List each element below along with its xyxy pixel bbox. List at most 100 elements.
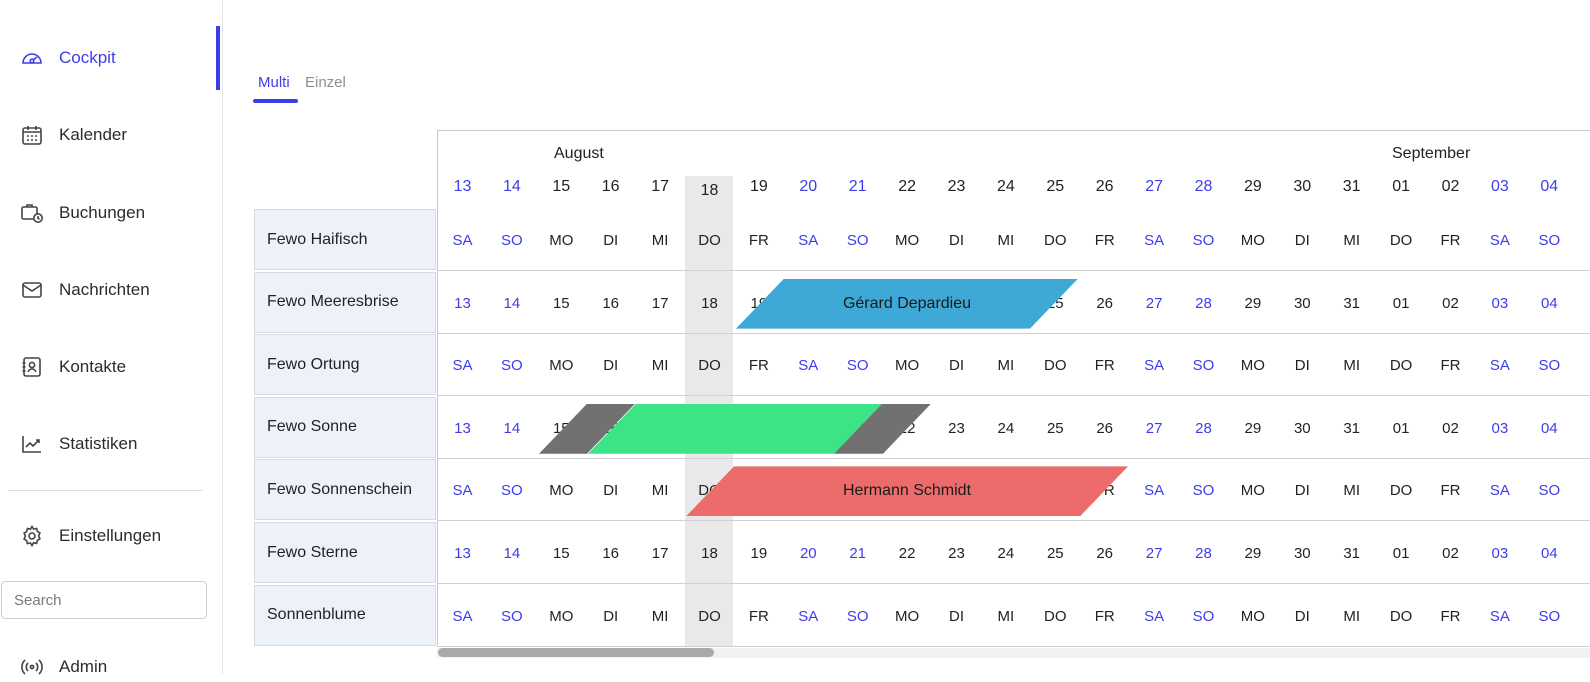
sidebar-item-statistiken[interactable]: Statistiken	[20, 429, 137, 459]
calendar-cell[interactable]: SA	[1130, 357, 1179, 374]
calendar-cell[interactable]: 27	[1130, 295, 1179, 312]
calendar-cell[interactable]: 15	[537, 295, 586, 312]
calendar-cell[interactable]: 27	[1130, 545, 1179, 562]
calendar-cell[interactable]: 29	[1228, 420, 1277, 437]
calendar-cell[interactable]: SO	[1179, 232, 1228, 249]
calendar-cell[interactable]: 15	[537, 545, 586, 562]
calendar-cell[interactable]: MO	[1228, 608, 1277, 625]
calendar-cell[interactable]: 01	[1377, 295, 1426, 312]
calendar-cell[interactable]: DO	[1377, 232, 1426, 249]
calendar-cell[interactable]: 28	[1179, 420, 1228, 437]
calendar-cell[interactable]: 03	[1475, 420, 1524, 437]
calendar-cell[interactable]: 03	[1475, 545, 1524, 562]
property-label[interactable]: Fewo Ortung	[254, 334, 436, 396]
tab-einzel[interactable]: Einzel	[305, 74, 346, 91]
calendar-cell[interactable]: MI	[981, 357, 1030, 374]
calendar-cell[interactable]: DO	[685, 608, 734, 625]
sidebar-item-cockpit[interactable]: Cockpit	[20, 43, 116, 73]
calendar-cell[interactable]: MO	[537, 482, 586, 499]
calendar-cell[interactable]: DO	[1377, 608, 1426, 625]
calendar-cell[interactable]: SA	[1475, 357, 1524, 374]
calendar-cell[interactable]: 20	[784, 545, 833, 562]
calendar-cell[interactable]: DI	[932, 357, 981, 374]
booking-bar[interactable]: Hermann Schmidt	[686, 466, 1128, 517]
calendar-cell[interactable]: 04	[1525, 545, 1574, 562]
calendar-cell[interactable]: DO	[685, 232, 734, 249]
calendar-cell[interactable]: 25	[1031, 545, 1080, 562]
calendar-cell[interactable]: FR	[1426, 608, 1475, 625]
calendar-cell[interactable]: SO	[1525, 232, 1574, 249]
calendar-cell[interactable]: DI	[586, 357, 635, 374]
calendar-cell[interactable]: DI	[586, 482, 635, 499]
property-label[interactable]: Fewo Haifisch	[254, 209, 436, 270]
calendar-cell[interactable]: 29	[1228, 545, 1277, 562]
calendar-cell[interactable]: 24	[981, 420, 1030, 437]
calendar-cell[interactable]: SA	[784, 608, 833, 625]
calendar-cell[interactable]: SO	[1525, 608, 1574, 625]
calendar-cell[interactable]: FR	[1080, 357, 1129, 374]
calendar-cell[interactable]: FR	[734, 232, 783, 249]
calendar-cell[interactable]: MO	[1228, 232, 1277, 249]
calendar-cell[interactable]: 02	[1426, 295, 1475, 312]
calendar-cell[interactable]: MI	[1327, 357, 1376, 374]
calendar-cell[interactable]: 14	[487, 545, 536, 562]
calendar-cell[interactable]: SO	[487, 608, 536, 625]
calendar-cell[interactable]: 16	[586, 295, 635, 312]
sidebar-item-admin[interactable]: Admin	[20, 652, 107, 682]
calendar-cell[interactable]: SO	[1525, 357, 1574, 374]
calendar-cell[interactable]: FR	[734, 357, 783, 374]
booking-bar[interactable]	[588, 403, 882, 454]
calendar-cell[interactable]: 23	[932, 545, 981, 562]
calendar-cell[interactable]: SO	[487, 232, 536, 249]
calendar-cell[interactable]: SO	[1525, 482, 1574, 499]
calendar-cell[interactable]: 04	[1525, 295, 1574, 312]
calendar-cell[interactable]: SA	[1475, 232, 1524, 249]
calendar-cell[interactable]: 14	[487, 420, 536, 437]
calendar-cell[interactable]: 03	[1475, 295, 1524, 312]
property-label[interactable]: Fewo Sterne	[254, 522, 436, 583]
calendar-cell[interactable]: 22	[883, 545, 932, 562]
calendar-cell[interactable]: 16	[586, 545, 635, 562]
calendar-cell[interactable]: MO	[883, 608, 932, 625]
calendar-cell[interactable]: DI	[1278, 482, 1327, 499]
calendar-cell[interactable]: MI	[1327, 608, 1376, 625]
calendar-cell[interactable]: 25	[1031, 420, 1080, 437]
calendar-cell[interactable]: MO	[537, 232, 586, 249]
calendar-cell[interactable]: MI	[1327, 232, 1376, 249]
calendar-cell[interactable]: 14	[487, 295, 536, 312]
calendar-cell[interactable]: SA	[1475, 482, 1524, 499]
calendar-cell[interactable]: MI	[1327, 482, 1376, 499]
calendar-cell[interactable]: 26	[1080, 545, 1129, 562]
calendar-cell[interactable]: 18	[685, 545, 734, 562]
sidebar-item-kalender[interactable]: Kalender	[20, 120, 127, 150]
calendar-cell[interactable]: DO	[1031, 608, 1080, 625]
calendar-cell[interactable]: DO	[1377, 482, 1426, 499]
calendar-cell[interactable]: 28	[1179, 545, 1228, 562]
calendar-cell[interactable]: FR	[1426, 357, 1475, 374]
booking-bar[interactable]: Gérard Depardieu	[736, 278, 1078, 329]
calendar-cell[interactable]: 13	[438, 545, 487, 562]
calendar-cell[interactable]: FR	[734, 608, 783, 625]
calendar-cell[interactable]: 26	[1080, 420, 1129, 437]
calendar-cell[interactable]: DI	[1278, 608, 1327, 625]
calendar-cell[interactable]: SO	[1179, 482, 1228, 499]
calendar-cell[interactable]: 21	[833, 545, 882, 562]
calendar-cell[interactable]: 01	[1377, 545, 1426, 562]
calendar-cell[interactable]: MI	[636, 232, 685, 249]
calendar-cell[interactable]: 28	[1179, 295, 1228, 312]
sidebar-item-nachrichten[interactable]: Nachrichten	[20, 275, 150, 305]
calendar-cell[interactable]: 30	[1278, 295, 1327, 312]
calendar-cell[interactable]: SO	[487, 482, 536, 499]
calendar-cell[interactable]: 17	[636, 545, 685, 562]
horizontal-scrollbar-thumb[interactable]	[438, 648, 714, 657]
property-label[interactable]: Fewo Meeresbrise	[254, 271, 436, 333]
calendar-cell[interactable]: SA	[438, 482, 487, 499]
calendar-cell[interactable]: SA	[1130, 232, 1179, 249]
calendar-cell[interactable]: SA	[784, 232, 833, 249]
calendar-cell[interactable]: 30	[1278, 545, 1327, 562]
calendar-cell[interactable]: DO	[685, 357, 734, 374]
calendar-cell[interactable]: DI	[1278, 357, 1327, 374]
calendar-cell[interactable]: 02	[1426, 545, 1475, 562]
calendar-cell[interactable]: 26	[1080, 295, 1129, 312]
calendar-cell[interactable]: DI	[1278, 232, 1327, 249]
